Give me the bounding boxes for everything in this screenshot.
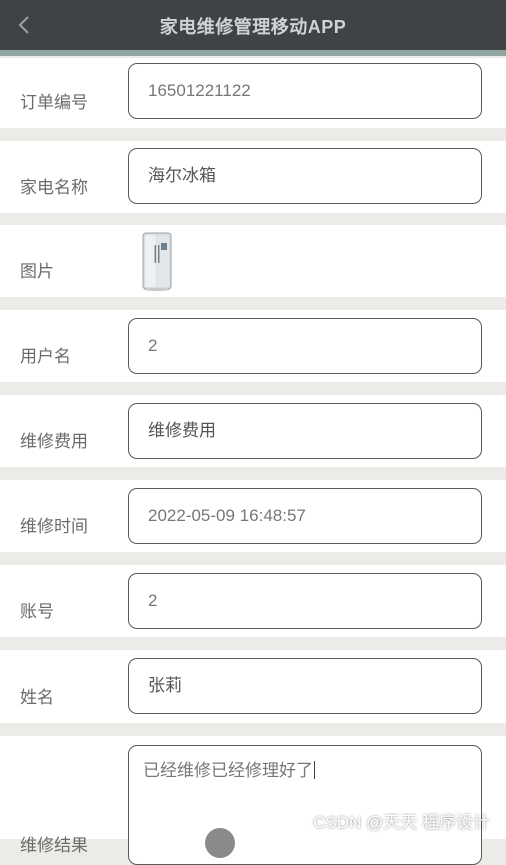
header-accent-bar <box>0 50 506 56</box>
order-number-row: 订单编号 16501221122 <box>0 58 506 128</box>
account-row: 账号 2 <box>0 565 506 637</box>
account-label: 账号 <box>20 597 54 622</box>
text-caret <box>314 761 315 779</box>
username-label: 用户名 <box>20 342 71 367</box>
appliance-name-field[interactable]: 海尔冰箱 <box>128 148 482 204</box>
page-title: 家电维修管理移动APP <box>0 0 506 50</box>
order-number-label: 订单编号 <box>20 88 88 113</box>
repair-time-row: 维修时间 2022-05-09 16:48:57 <box>0 480 506 552</box>
repair-time-field[interactable]: 2022-05-09 16:48:57 <box>128 488 482 544</box>
watermark: CSDN @天天 程序设计 <box>313 808 490 833</box>
image-label: 图片 <box>20 257 54 282</box>
name-label: 姓名 <box>20 683 54 708</box>
image-row: 图片 <box>0 225 506 297</box>
order-number-field[interactable]: 16501221122 <box>128 63 482 119</box>
name-row: 姓名 张莉 <box>0 650 506 723</box>
app-header: 家电维修管理移动APP <box>0 0 506 50</box>
refrigerator-image[interactable] <box>140 231 176 291</box>
repair-time-label: 维修时间 <box>20 512 88 537</box>
repair-result-text: 已经维修已经修理好了 <box>143 761 313 780</box>
username-row: 用户名 2 <box>0 310 506 382</box>
account-field[interactable]: 2 <box>128 573 482 629</box>
repair-fee-label: 维修费用 <box>20 427 88 452</box>
scroll-knob[interactable] <box>205 828 235 858</box>
repair-result-label: 维修结果 <box>20 831 88 856</box>
repair-fee-row: 维修费用 维修费用 <box>0 395 506 467</box>
repair-fee-field[interactable]: 维修费用 <box>128 403 482 459</box>
name-field[interactable]: 张莉 <box>128 658 482 714</box>
appliance-name-label: 家电名称 <box>20 173 88 198</box>
username-field[interactable]: 2 <box>128 318 482 374</box>
appliance-name-row: 家电名称 海尔冰箱 <box>0 141 506 213</box>
repair-result-textarea[interactable]: 已经维修已经修理好了 <box>128 745 482 865</box>
